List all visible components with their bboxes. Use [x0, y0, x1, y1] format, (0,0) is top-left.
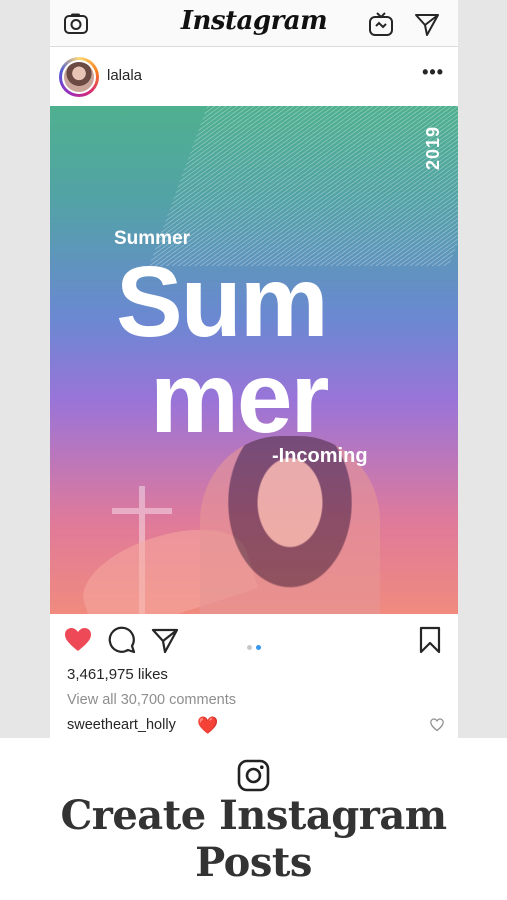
comment-like-icon[interactable]	[430, 718, 444, 732]
instagram-logo-icon	[237, 759, 270, 792]
image-big-title-line2: mer	[150, 342, 329, 454]
share-icon[interactable]	[151, 626, 179, 654]
post-username[interactable]: lalala	[107, 67, 142, 84]
comment-text: ❤️	[197, 716, 219, 735]
top-navigation-bar: Instagram	[50, 0, 458, 47]
carousel-indicator	[245, 637, 263, 655]
igtv-icon[interactable]	[368, 11, 394, 37]
post-actions-bar	[50, 614, 458, 664]
bookmark-icon[interactable]	[416, 626, 444, 654]
promo-banner: Create Instagram Posts	[0, 738, 507, 900]
direct-message-icon[interactable]	[414, 11, 440, 37]
post-header: lalala •••	[50, 48, 458, 106]
app-title: Instagram	[180, 6, 328, 36]
comment-username[interactable]: sweetheart_holly	[67, 717, 176, 733]
likes-count[interactable]: 3,461,975 likes	[67, 666, 168, 683]
image-year: 2019	[423, 126, 443, 171]
heart-icon[interactable]	[64, 626, 92, 654]
image-big-title-line1: Sum	[116, 246, 329, 358]
image-subtitle: -Incoming	[272, 445, 368, 467]
promo-caption: Create Instagram Posts	[60, 792, 447, 886]
carousel-dot	[247, 645, 252, 650]
instagram-app-screen: Instagram lalala ••• 2019 Summer Sum mer…	[50, 0, 458, 738]
decorative-stripes	[149, 106, 458, 266]
post-image[interactable]: 2019 Summer Sum mer -Incoming	[50, 106, 458, 614]
comment-icon[interactable]	[108, 626, 136, 654]
view-all-comments-link[interactable]: View all 30,700 comments	[67, 692, 236, 708]
carousel-dot-active	[256, 645, 261, 650]
more-options-button[interactable]: •••	[422, 62, 444, 83]
avatar[interactable]	[59, 57, 99, 97]
avatar-image	[62, 60, 96, 94]
